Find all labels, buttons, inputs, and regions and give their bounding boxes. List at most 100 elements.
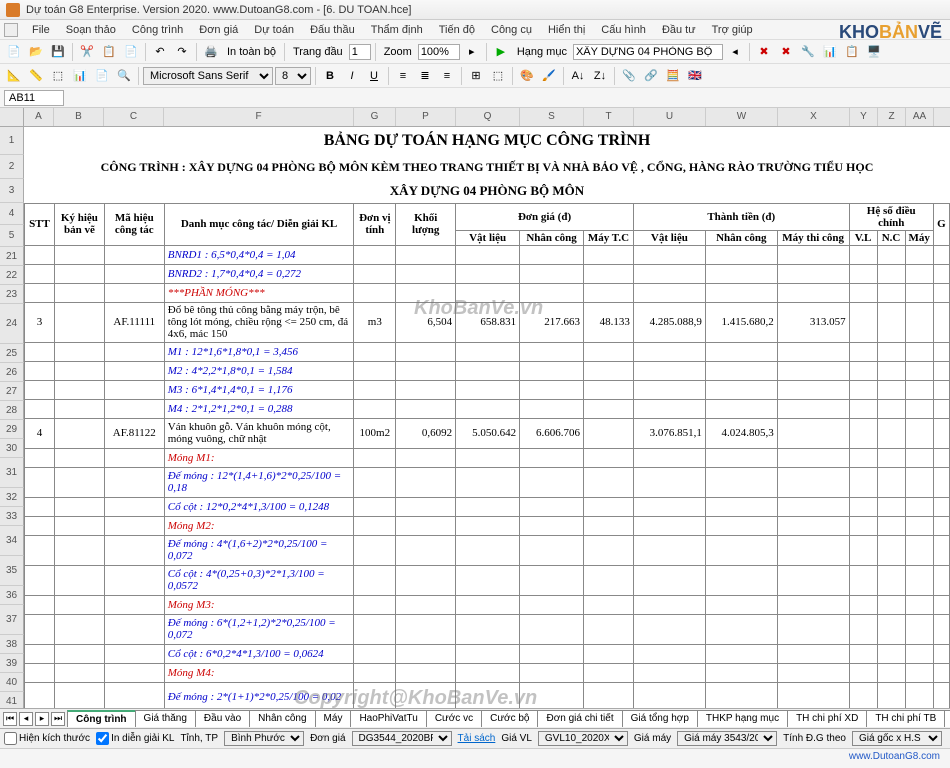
app-menu-icon[interactable]	[4, 23, 18, 37]
print-all-button[interactable]: In toàn bộ	[223, 46, 280, 58]
sheet-tab[interactable]: HaoPhiVatTu	[350, 710, 426, 727]
menu-trợ giúp[interactable]: Trợ giúp	[704, 22, 761, 38]
menu-công cụ[interactable]: Công cụ	[483, 22, 540, 38]
table-row[interactable]: Móng M1:	[25, 448, 950, 467]
tab-first-icon[interactable]: ⏮	[3, 712, 17, 726]
footer-link[interactable]: www.DutoanG8.com	[0, 748, 950, 768]
fmt-2-icon[interactable]: 📏	[26, 66, 46, 86]
sheet-tab[interactable]: Công trình	[67, 710, 136, 727]
table-row[interactable]: M1 : 12*1,6*1,8*0,1 = 3,456	[25, 342, 950, 361]
sheet-tab[interactable]: Dự phòng	[944, 710, 950, 727]
row-header[interactable]: 36	[0, 586, 24, 605]
zoom-input[interactable]	[418, 44, 460, 60]
row-header[interactable]: 5	[0, 225, 24, 247]
table-row[interactable]: Móng M4:	[25, 663, 950, 682]
align-right-icon[interactable]: ≡	[437, 66, 457, 86]
open-icon[interactable]: 📂	[26, 42, 46, 62]
tool-a-icon[interactable]: 🔧	[798, 42, 818, 62]
row-header[interactable]: 39	[0, 654, 24, 673]
new-icon[interactable]: 📄	[4, 42, 24, 62]
table-row[interactable]: M3 : 6*1,4*1,4*0,1 = 1,176	[25, 380, 950, 399]
row-header[interactable]: 33	[0, 507, 24, 526]
print-icon[interactable]: 🖨️	[201, 42, 221, 62]
table-row[interactable]: BNRD2 : 1,7*0,4*0,4 = 0,272	[25, 264, 950, 283]
underline-icon[interactable]: U	[364, 66, 384, 86]
color-1-icon[interactable]: 🎨	[517, 66, 537, 86]
col-header[interactable]: Q	[456, 108, 520, 126]
align-left-icon[interactable]: ≡	[393, 66, 413, 86]
col-header[interactable]: S	[520, 108, 584, 126]
border-icon[interactable]: ⊞	[466, 66, 486, 86]
col-header[interactable]: G	[354, 108, 396, 126]
zoom-fit-icon[interactable]: ▸	[462, 42, 482, 62]
table-row[interactable]: Cổ cột : 12*0,2*4*1,3/100 = 0,1248	[25, 497, 950, 516]
bold-icon[interactable]: B	[320, 66, 340, 86]
row-header[interactable]: 4	[0, 203, 24, 225]
table-row[interactable]: Móng M2:	[25, 516, 950, 535]
taisach-button[interactable]: Tải sách	[458, 733, 496, 744]
col-header[interactable]: C	[104, 108, 164, 126]
tool-x1-icon[interactable]: ✖	[754, 42, 774, 62]
hangmuc-input[interactable]	[573, 44, 723, 60]
redo-icon[interactable]: ↷	[172, 42, 192, 62]
sheet-tab[interactable]: Giá tổng hợp	[622, 710, 698, 727]
table-row[interactable]: 4AF.81122Ván khuôn gỗ. Ván khuôn móng cộ…	[25, 418, 950, 448]
tab-prev-icon[interactable]: ◂	[19, 712, 33, 726]
undo-icon[interactable]: ↶	[150, 42, 170, 62]
col-header[interactable]: U	[634, 108, 706, 126]
menu-công trình[interactable]: Công trình	[124, 22, 191, 38]
tool-b-icon[interactable]: 📊	[820, 42, 840, 62]
tinhdg-select[interactable]: Giá gốc x H.S	[852, 731, 942, 746]
dongia-select[interactable]: DG3544_2020BP	[352, 731, 452, 746]
fmt-3-icon[interactable]: ⬚	[48, 66, 68, 86]
sheet-tab[interactable]: Máy	[315, 710, 352, 727]
fontsize-select[interactable]: 8	[275, 67, 311, 85]
col-header[interactable]: AA	[906, 108, 934, 126]
select-all-corner[interactable]	[0, 108, 24, 126]
col-header[interactable]: A	[24, 108, 54, 126]
row-header[interactable]: 24	[0, 304, 24, 344]
row-header[interactable]: 28	[0, 401, 24, 420]
table-row[interactable]: Cổ cột : 4*(0,25+0,3)*2*1,3/100 = 0,0572	[25, 565, 950, 595]
tool-c-icon[interactable]: 📋	[842, 42, 862, 62]
row-header[interactable]: 27	[0, 382, 24, 401]
menu-đấu thầu[interactable]: Đấu thầu	[302, 22, 363, 38]
row-header[interactable]: 22	[0, 266, 24, 285]
tab-last-icon[interactable]: ⏭	[51, 712, 65, 726]
row-header[interactable]: 38	[0, 635, 24, 654]
col-header[interactable]: X	[778, 108, 850, 126]
page-first-label[interactable]: Trang đầu	[289, 46, 347, 58]
play-icon[interactable]: ▶	[491, 42, 511, 62]
tinh-tp-select[interactable]: Bình Phước	[224, 731, 304, 746]
table-row[interactable]: M4 : 2*1,2*1,2*0,1 = 0,288	[25, 399, 950, 418]
sheet-tab[interactable]: Cước vc	[426, 710, 482, 727]
menu-hiển thị[interactable]: Hiển thị	[540, 22, 593, 38]
italic-icon[interactable]: I	[342, 66, 362, 86]
giamay-select[interactable]: Giá máy 3543/202	[677, 731, 777, 746]
cut-icon[interactable]: ✂️	[77, 42, 97, 62]
table-row[interactable]: 3AF.11111Đổ bê tông thủ công bằng máy tr…	[25, 302, 950, 342]
paste-icon[interactable]: 📄	[121, 42, 141, 62]
row-header[interactable]: 34	[0, 526, 24, 556]
sheet-tab[interactable]: Nhân công	[249, 710, 315, 727]
merge-icon[interactable]: ⬚	[488, 66, 508, 86]
fmt-1-icon[interactable]: 📐	[4, 66, 24, 86]
sheet-tab[interactable]: THKP hạng mục	[697, 710, 788, 727]
row-header[interactable]: 21	[0, 247, 24, 266]
sheet-tab[interactable]: TH chi phí TB	[866, 710, 945, 727]
col-header[interactable]: Y	[850, 108, 878, 126]
giavl-select[interactable]: GVL10_2020XD	[538, 731, 628, 746]
menu-thẩm định[interactable]: Thẩm định	[363, 22, 431, 38]
row-header[interactable]: 1	[0, 127, 24, 155]
tool-d-icon[interactable]: 🖥️	[864, 42, 884, 62]
row-header[interactable]: 23	[0, 285, 24, 304]
sheet-tab[interactable]: TH chi phí XD	[787, 710, 867, 727]
copy-icon[interactable]: 📋	[99, 42, 119, 62]
menu-đơn giá[interactable]: Đơn giá	[191, 22, 246, 38]
row-header[interactable]: 37	[0, 605, 24, 635]
row-header[interactable]: 40	[0, 673, 24, 692]
in-dg-checkbox[interactable]: In diễn giải KL	[96, 732, 174, 745]
table-row[interactable]: Đế móng : 4*(1,6+2)*2*0,25/100 = 0,072	[25, 535, 950, 565]
menu-cấu hình[interactable]: Cấu hình	[593, 22, 654, 38]
row-header[interactable]: 25	[0, 344, 24, 363]
